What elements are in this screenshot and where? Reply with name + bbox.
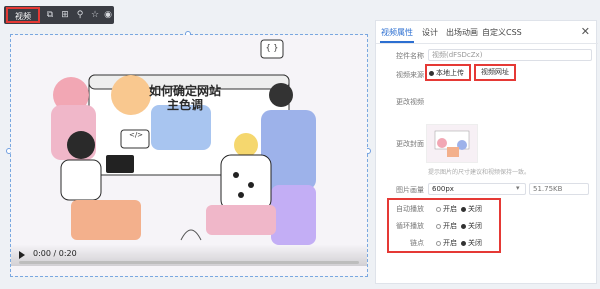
video-overlay-title: 如何确定网站 主色调	[140, 84, 230, 112]
chevron-down-icon[interactable]: ▾	[516, 184, 520, 192]
radio-selected-icon	[461, 206, 466, 212]
source-label: 视频来源	[396, 71, 424, 79]
panel-tabs: 视频属性 设计 出场动画 自定义CSS ✕	[376, 21, 598, 44]
radio-icon	[436, 240, 441, 246]
cover-hint: 提示图片的尺寸建议和视频保持一致。	[428, 169, 531, 176]
change-video-label: 更改视频	[396, 98, 424, 106]
radio-icon	[436, 223, 441, 229]
autoplay-on-text: 开启	[443, 205, 457, 213]
tab-design[interactable]: 设计	[422, 27, 438, 38]
loop-off-text: 关闭	[468, 222, 482, 230]
tab-video-properties[interactable]: 视频属性	[381, 27, 413, 38]
source-url-option[interactable]: 视频网址	[476, 66, 514, 78]
video-overlay-line-2: 主色调	[166, 98, 203, 112]
video-progress-bar[interactable]	[19, 261, 359, 264]
autoplay-off-text: 关闭	[468, 205, 482, 213]
image-size-meta: 51.75KB	[529, 183, 589, 195]
link-icon[interactable]: ⚲	[74, 9, 86, 21]
link-off-text: 关闭	[468, 239, 482, 247]
component-toolbar: 视频 ⧉ ⊞ ⚲ ☆ ◉	[4, 6, 114, 24]
tab-custom-css[interactable]: 自定义CSS	[482, 27, 522, 38]
radio-icon	[436, 206, 441, 212]
radio-selected-icon	[461, 223, 466, 229]
control-name-field[interactable]: 视频(dFSDcZx)	[428, 49, 592, 61]
control-name-label: 控件名称	[396, 52, 424, 60]
radio-selected-icon	[429, 70, 434, 76]
loop-on-option[interactable]: 开启	[436, 221, 457, 231]
cover-thumbnail-image	[434, 130, 470, 157]
active-tab-indicator	[380, 41, 414, 43]
video-overlay-line-1: 如何确定网站	[148, 84, 221, 98]
video-player[interactable]: </> { }	[11, 35, 367, 276]
loop-off-option[interactable]: 关闭	[461, 221, 482, 231]
image-size-select[interactable]: 600px	[428, 183, 526, 195]
loop-label: 循环播放	[396, 222, 424, 230]
copy-icon[interactable]: ⧉	[44, 9, 56, 21]
cover-thumbnail[interactable]	[426, 124, 478, 163]
source-local-text: 本地上传	[436, 69, 464, 77]
play-icon[interactable]	[19, 251, 25, 259]
star-icon[interactable]: ☆	[89, 9, 101, 21]
change-cover-label: 更改封面	[396, 140, 424, 148]
component-type-label[interactable]: 视频	[6, 7, 40, 23]
code-bubble: </>	[128, 131, 144, 139]
video-illustration	[51, 39, 316, 245]
brace-bubble: { }	[265, 43, 279, 52]
video-controls: 0:00 / 0:20	[11, 244, 367, 266]
close-icon[interactable]: ✕	[581, 25, 590, 38]
autoplay-label: 自动播放	[396, 205, 424, 213]
link-label: 链点	[410, 239, 424, 247]
image-size-label: 图片画量	[396, 186, 424, 194]
autoplay-on-option[interactable]: 开启	[436, 204, 457, 214]
source-local-option[interactable]: 本地上传	[429, 68, 464, 78]
grid-icon[interactable]: ⊞	[59, 9, 71, 21]
autoplay-off-option[interactable]: 关闭	[461, 204, 482, 214]
link-on-text: 开启	[443, 239, 457, 247]
link-off-option[interactable]: 关闭	[461, 238, 482, 248]
video-time: 0:00 / 0:20	[33, 249, 77, 258]
tab-entrance-animation[interactable]: 出场动画	[446, 27, 478, 38]
loop-on-text: 开启	[443, 222, 457, 230]
link-on-option[interactable]: 开启	[436, 238, 457, 248]
radio-selected-icon	[461, 240, 466, 246]
eye-icon[interactable]: ◉	[102, 9, 114, 21]
